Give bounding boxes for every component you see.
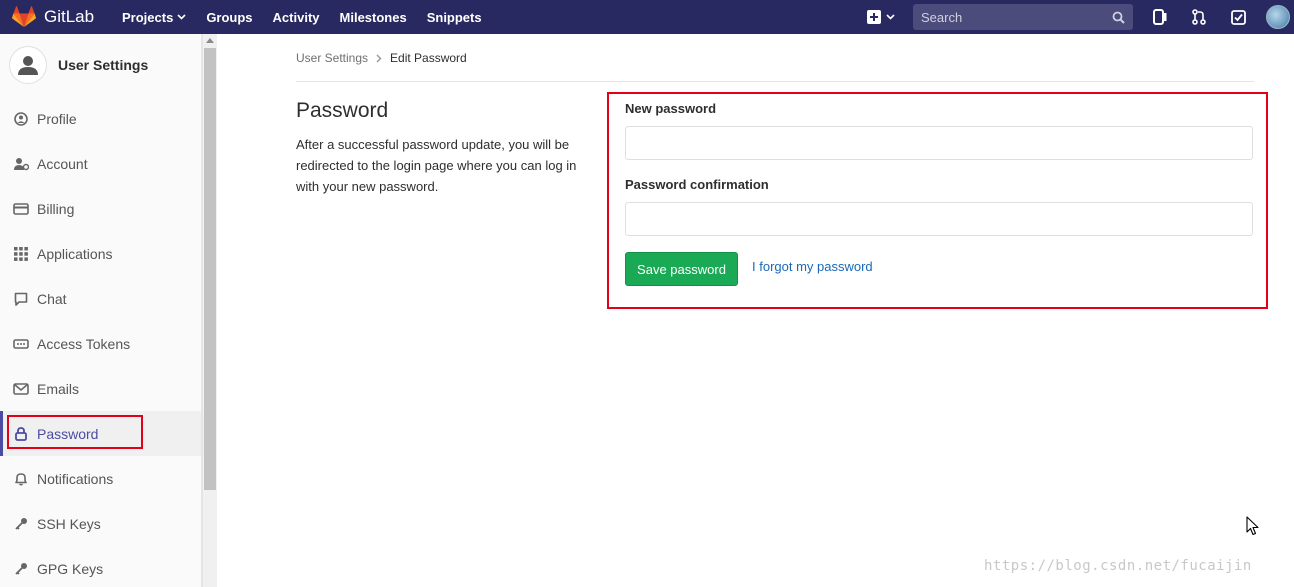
sidebar-title: User Settings — [58, 57, 149, 73]
bell-icon — [13, 471, 29, 487]
sidebar-item-label: Access Tokens — [37, 335, 131, 352]
billing-card-icon — [13, 201, 29, 217]
todo-check-icon[interactable] — [1227, 6, 1249, 28]
nav-link-projects[interactable]: Projects — [122, 10, 186, 25]
nav-link-projects-label: Projects — [122, 9, 174, 25]
search-icon — [1112, 11, 1125, 24]
page-title: Password — [296, 99, 389, 122]
nav-right — [867, 0, 1294, 34]
section-description: After a successful password update, you … — [296, 137, 577, 194]
user-avatar-icon[interactable] — [1266, 5, 1290, 29]
search-input[interactable] — [921, 9, 1112, 25]
breadcrumb: User Settings Edit Password — [296, 51, 467, 65]
sidebar-item-label: Profile — [37, 110, 77, 127]
sidebar-item-chat[interactable]: Chat — [0, 276, 201, 321]
profile-icon — [13, 111, 29, 127]
chevron-down-icon — [177, 14, 186, 20]
gitlab-brand[interactable]: GitLab — [12, 6, 122, 28]
key-icon — [13, 516, 29, 532]
sidebar-item-label: Applications — [37, 245, 113, 262]
sidebar-scrollbar[interactable] — [202, 34, 217, 587]
header-divider — [296, 81, 1254, 82]
top-navbar: GitLab Projects Groups Activity Mileston… — [0, 0, 1294, 34]
sidebar-item-label: GPG Keys — [37, 560, 104, 577]
sidebar-header[interactable]: User Settings — [0, 34, 201, 96]
scroll-thumb[interactable] — [204, 48, 216, 490]
new-password-label: New password — [625, 101, 717, 116]
nav-link-groups[interactable]: Groups — [206, 10, 252, 25]
gitlab-logo-icon — [12, 6, 36, 27]
sidebar-item-label: Chat — [37, 290, 67, 307]
new-password-field[interactable] — [625, 126, 1253, 160]
sidebar-item-notifications[interactable]: Notifications — [0, 456, 201, 501]
chevron-right-icon — [376, 54, 382, 62]
nav-links: Projects Groups Activity Milestones Snip… — [122, 10, 502, 25]
applications-grid-icon — [13, 246, 29, 262]
user-avatar — [9, 46, 47, 84]
sidebar-item-ssh-keys[interactable]: SSH Keys — [0, 501, 201, 546]
access-tokens-icon — [13, 336, 29, 352]
scroll-up-arrow-icon[interactable] — [206, 38, 214, 43]
mouse-cursor-icon — [1246, 516, 1259, 536]
watermark: https://blog.csdn.net/fucaijin — [984, 558, 1252, 574]
nav-link-snippets[interactable]: Snippets — [427, 10, 482, 25]
nav-link-milestones[interactable]: Milestones — [340, 10, 407, 25]
sidebar-item-password[interactable]: Password — [0, 411, 201, 456]
breadcrumb-current: Edit Password — [390, 51, 467, 65]
new-item-dropdown[interactable] — [867, 10, 895, 24]
sidebar-item-applications[interactable]: Applications — [0, 231, 201, 276]
account-icon — [13, 156, 29, 172]
chat-bubble-icon — [13, 291, 29, 307]
merge-request-icon[interactable] — [1188, 6, 1210, 28]
user-silhouette-icon — [18, 56, 38, 75]
sidebar-item-label: Notifications — [37, 470, 114, 487]
sidebar-item-label: SSH Keys — [37, 515, 101, 532]
issues-icon[interactable] — [1149, 6, 1171, 28]
sidebar-item-access-tokens[interactable]: Access Tokens — [0, 321, 201, 366]
envelope-icon — [13, 381, 29, 397]
highlight-box — [7, 415, 143, 449]
plus-square-icon — [867, 10, 881, 24]
sidebar-item-label: Billing — [37, 200, 75, 217]
brand-name: GitLab — [44, 7, 95, 26]
sidebar-item-label: Account — [37, 155, 88, 172]
settings-sidebar: User Settings Profile Account Billing Ap… — [0, 34, 202, 587]
nav-link-activity[interactable]: Activity — [273, 10, 320, 25]
forgot-password-link[interactable]: I forgot my password — [752, 259, 873, 274]
save-password-button[interactable]: Save password — [625, 252, 738, 286]
sidebar-item-emails[interactable]: Emails — [0, 366, 201, 411]
sidebar-item-gpg-keys[interactable]: GPG Keys — [0, 546, 201, 587]
sidebar-item-account[interactable]: Account — [0, 141, 201, 186]
key-icon — [13, 561, 29, 577]
breadcrumb-parent-link[interactable]: User Settings — [296, 51, 368, 65]
chevron-down-icon — [886, 14, 895, 20]
password-confirmation-label: Password confirmation — [625, 177, 769, 192]
password-confirmation-field[interactable] — [625, 202, 1253, 236]
sidebar-item-profile[interactable]: Profile — [0, 96, 201, 141]
sidebar-item-label: Emails — [37, 380, 80, 397]
search-box[interactable] — [913, 4, 1133, 30]
sidebar-item-billing[interactable]: Billing — [0, 186, 201, 231]
